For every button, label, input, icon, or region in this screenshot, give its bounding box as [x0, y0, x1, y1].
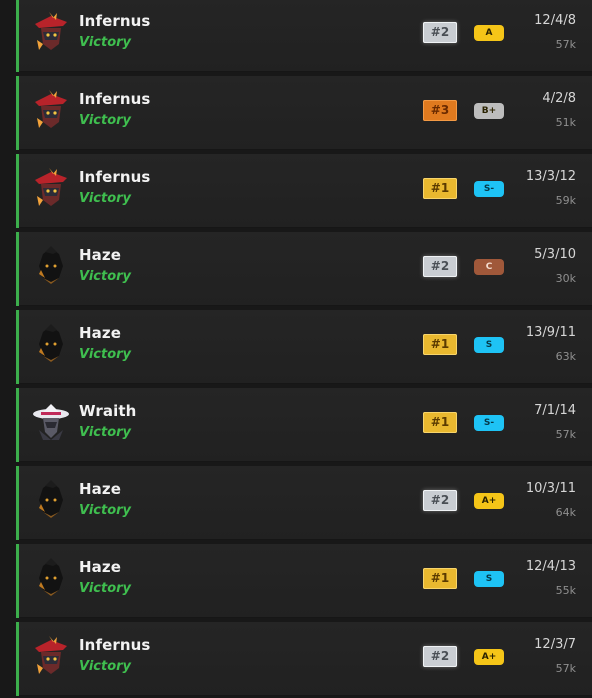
souls-text: 57k	[555, 428, 576, 441]
match-result: Victory	[79, 113, 132, 128]
hero-name: Infernus	[79, 636, 151, 654]
infernus-icon	[29, 10, 73, 54]
grade-badge: A	[474, 25, 504, 41]
infernus-icon	[29, 88, 73, 132]
grade-badge: A+	[474, 493, 504, 509]
match-result: Victory	[79, 35, 132, 50]
hero-name: Haze	[79, 246, 121, 264]
team-rank-badge: #1	[423, 568, 457, 589]
hero-name: Infernus	[79, 168, 151, 186]
souls-text: 63k	[555, 350, 576, 363]
match-result: Victory	[79, 503, 132, 518]
team-rank-badge: #2	[423, 646, 457, 667]
match-history-list: Infernus Victory #2 A 12/4/8 57k Infernu…	[0, 0, 592, 698]
hero-name: Infernus	[79, 90, 151, 108]
souls-text: 59k	[555, 194, 576, 207]
match-result: Victory	[79, 269, 132, 284]
kda-text: 7/1/14	[534, 403, 576, 418]
haze-icon	[29, 556, 73, 600]
match-result: Victory	[79, 347, 132, 362]
kda-text: 10/3/11	[525, 481, 576, 496]
match-result: Victory	[79, 425, 132, 440]
team-rank-badge: #2	[423, 22, 457, 43]
match-row[interactable]: Infernus Victory #3 B+ 4/2/8 51k	[16, 76, 592, 150]
match-row[interactable]: Wraith Victory #1 S- 7/1/14 57k	[16, 388, 592, 462]
grade-badge: A+	[474, 649, 504, 665]
match-row[interactable]: Haze Victory #1 S 12/4/13 55k	[16, 544, 592, 618]
haze-icon	[29, 244, 73, 288]
grade-badge: S	[474, 571, 504, 587]
grade-badge: B+	[474, 103, 504, 119]
wraith-icon	[29, 400, 73, 444]
team-rank-badge: #1	[423, 412, 457, 433]
souls-text: 64k	[555, 506, 576, 519]
grade-badge: S-	[474, 415, 504, 431]
match-row[interactable]: Infernus Victory #1 S- 13/3/12 59k	[16, 154, 592, 228]
haze-icon	[29, 478, 73, 522]
kda-text: 13/3/12	[525, 169, 576, 184]
match-row[interactable]: Haze Victory #2 C 5/3/10 30k	[16, 232, 592, 306]
match-row[interactable]: Infernus Victory #2 A 12/4/8 57k	[16, 0, 592, 72]
haze-icon	[29, 322, 73, 366]
souls-text: 57k	[555, 662, 576, 675]
match-result: Victory	[79, 659, 132, 674]
team-rank-badge: #3	[423, 100, 457, 121]
match-row[interactable]: Haze Victory #1 S 13/9/11 63k	[16, 310, 592, 384]
souls-text: 57k	[555, 38, 576, 51]
grade-badge: C	[474, 259, 504, 275]
kda-text: 12/4/8	[534, 13, 576, 28]
hero-name: Haze	[79, 480, 121, 498]
souls-text: 30k	[555, 272, 576, 285]
infernus-icon	[29, 166, 73, 210]
grade-badge: S-	[474, 181, 504, 197]
team-rank-badge: #1	[423, 334, 457, 355]
kda-text: 4/2/8	[542, 91, 576, 106]
kda-text: 12/3/7	[534, 637, 576, 652]
team-rank-badge: #2	[423, 256, 457, 277]
kda-text: 13/9/11	[525, 325, 576, 340]
souls-text: 55k	[555, 584, 576, 597]
grade-badge: S	[474, 337, 504, 353]
kda-text: 5/3/10	[534, 247, 576, 262]
kda-text: 12/4/13	[525, 559, 576, 574]
hero-name: Infernus	[79, 12, 151, 30]
match-result: Victory	[79, 581, 132, 596]
souls-text: 51k	[555, 116, 576, 129]
match-row[interactable]: Haze Victory #2 A+ 10/3/11 64k	[16, 466, 592, 540]
infernus-icon	[29, 634, 73, 678]
team-rank-badge: #2	[423, 490, 457, 511]
team-rank-badge: #1	[423, 178, 457, 199]
hero-name: Haze	[79, 324, 121, 342]
match-row[interactable]: Infernus Victory #2 A+ 12/3/7 57k	[16, 622, 592, 696]
hero-name: Haze	[79, 558, 121, 576]
hero-name: Wraith	[79, 402, 137, 420]
match-result: Victory	[79, 191, 132, 206]
